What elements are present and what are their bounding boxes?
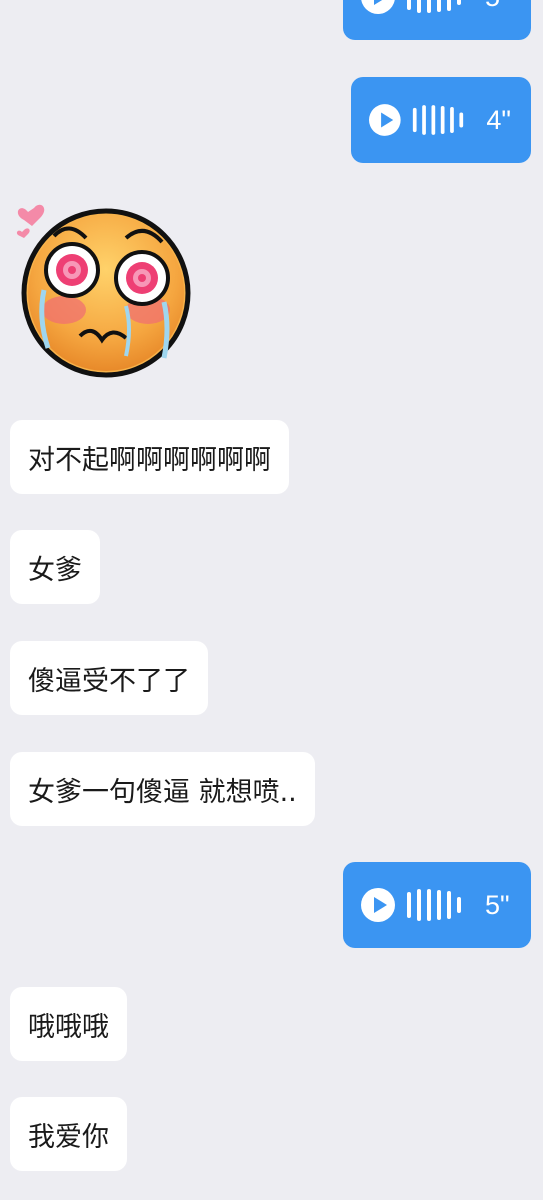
waveform-icon xyxy=(407,0,461,13)
chat-message-list: 5" 4" xyxy=(0,0,543,1200)
voice-message[interactable]: 5" xyxy=(343,0,531,40)
voice-duration: 5" xyxy=(485,0,510,13)
message-text: 哦哦哦 xyxy=(28,1011,109,1043)
text-message[interactable]: 对不起啊啊啊啊啊啊 xyxy=(10,420,289,494)
message-text: 对不起啊啊啊啊啊啊 xyxy=(28,444,271,476)
text-message[interactable]: 我爱你 xyxy=(10,1097,127,1171)
blushing-crying-face-sticker[interactable] xyxy=(14,198,196,380)
play-icon xyxy=(361,0,395,14)
voice-message[interactable]: 5" xyxy=(343,862,531,948)
waveform-icon xyxy=(407,889,461,921)
voice-duration: 4" xyxy=(486,104,511,135)
waveform-icon xyxy=(412,105,463,135)
voice-message[interactable]: 4" xyxy=(351,77,531,163)
message-text: 女爹一句傻逼 就想喷.. xyxy=(28,776,297,808)
play-icon xyxy=(361,888,395,922)
text-message[interactable]: 傻逼受不了了 xyxy=(10,641,208,715)
text-message[interactable]: 女爹一句傻逼 就想喷.. xyxy=(10,752,315,826)
text-message[interactable]: 女爹 xyxy=(10,530,100,604)
message-text: 女爹 xyxy=(28,554,82,586)
message-text: 傻逼受不了了 xyxy=(28,665,190,697)
voice-duration: 5" xyxy=(485,889,510,920)
message-text: 我爱你 xyxy=(28,1121,109,1153)
text-message[interactable]: 哦哦哦 xyxy=(10,987,127,1061)
play-icon xyxy=(369,104,401,136)
